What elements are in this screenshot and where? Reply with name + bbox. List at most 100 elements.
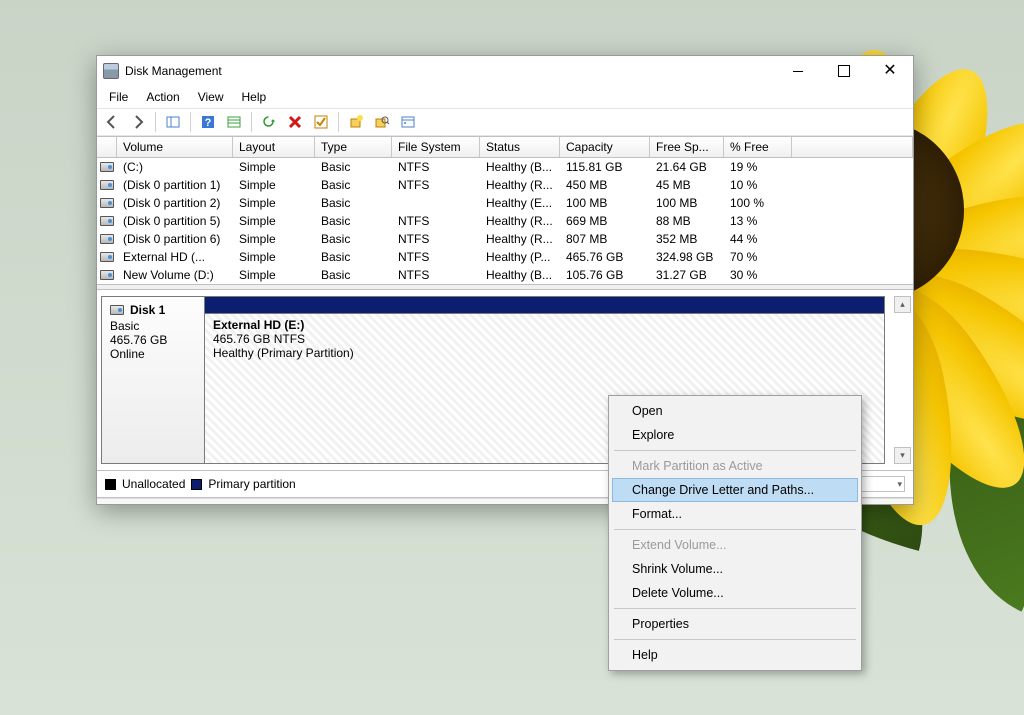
legend-unallocated: Unallocated — [122, 477, 185, 491]
volume-name: (C:) — [117, 160, 233, 174]
volume-status: Healthy (E... — [480, 196, 560, 210]
ctx-properties[interactable]: Properties — [612, 612, 858, 636]
volume-type: Basic — [315, 250, 392, 264]
volume-fs: NTFS — [392, 178, 480, 192]
volume-layout: Simple — [233, 214, 315, 228]
ctx-format[interactable]: Format... — [612, 502, 858, 526]
volume-free: 352 MB — [650, 232, 724, 246]
volume-name: (Disk 0 partition 2) — [117, 196, 233, 210]
volume-icon — [100, 270, 114, 280]
volume-fs: NTFS — [392, 232, 480, 246]
volume-name: (Disk 0 partition 6) — [117, 232, 233, 246]
delete-icon[interactable] — [284, 111, 306, 133]
menu-help[interactable]: Help — [234, 88, 275, 106]
volume-name: (Disk 0 partition 5) — [117, 214, 233, 228]
volume-row[interactable]: (Disk 0 partition 6)SimpleBasicNTFSHealt… — [97, 230, 913, 248]
volume-free: 100 MB — [650, 196, 724, 210]
volume-icon — [100, 198, 114, 208]
volume-row[interactable]: (Disk 0 partition 5)SimpleBasicNTFSHealt… — [97, 212, 913, 230]
volume-name: New Volume (D:) — [117, 268, 233, 282]
volume-type: Basic — [315, 232, 392, 246]
partition-title: External HD (E:) — [213, 318, 304, 332]
volume-free: 324.98 GB — [650, 250, 724, 264]
minimize-button[interactable] — [775, 56, 821, 86]
disk-icon — [110, 305, 124, 315]
ctx-open[interactable]: Open — [612, 399, 858, 423]
volume-layout: Simple — [233, 160, 315, 174]
menu-action[interactable]: Action — [138, 88, 187, 106]
volume-capacity: 115.81 GB — [560, 160, 650, 174]
volume-type: Basic — [315, 268, 392, 282]
volume-fs: NTFS — [392, 160, 480, 174]
volume-name: (Disk 0 partition 1) — [117, 178, 233, 192]
svg-text:?: ? — [205, 117, 212, 129]
legend-swatch-unallocated — [105, 479, 116, 490]
panel-toggle-icon[interactable] — [162, 111, 184, 133]
help-icon[interactable]: ? — [197, 111, 219, 133]
ctx-delete[interactable]: Delete Volume... — [612, 581, 858, 605]
find-icon[interactable] — [371, 111, 393, 133]
back-arrow-icon[interactable] — [101, 111, 123, 133]
ctx-mark-active: Mark Partition as Active — [612, 454, 858, 478]
volume-icon — [100, 234, 114, 244]
volume-layout: Simple — [233, 250, 315, 264]
volume-list[interactable]: (C:)SimpleBasicNTFSHealthy (B...115.81 G… — [97, 158, 913, 284]
col-capacity[interactable]: Capacity — [560, 137, 650, 157]
col-percent[interactable]: % Free — [724, 137, 792, 157]
col-type[interactable]: Type — [315, 137, 392, 157]
volume-type: Basic — [315, 178, 392, 192]
disk-label[interactable]: Disk 1 Basic 465.76 GB Online — [101, 296, 205, 464]
volume-layout: Simple — [233, 196, 315, 210]
ctx-help[interactable]: Help — [612, 643, 858, 667]
volume-icon — [100, 216, 114, 226]
disk-state: Online — [110, 347, 196, 361]
col-status[interactable]: Status — [480, 137, 560, 157]
volume-row[interactable]: (Disk 0 partition 1)SimpleBasicNTFSHealt… — [97, 176, 913, 194]
volume-icon — [100, 162, 114, 172]
partition-status: Healthy (Primary Partition) — [213, 346, 354, 360]
close-button[interactable]: ✕ — [867, 56, 913, 86]
properties-icon[interactable] — [397, 111, 419, 133]
maximize-button[interactable] — [821, 56, 867, 86]
volume-pct: 19 % — [724, 160, 792, 174]
volume-row[interactable]: (C:)SimpleBasicNTFSHealthy (B...115.81 G… — [97, 158, 913, 176]
volume-layout: Simple — [233, 178, 315, 192]
refresh-icon[interactable] — [258, 111, 280, 133]
volume-fs: NTFS — [392, 250, 480, 264]
disk-type: Basic — [110, 319, 196, 333]
col-filesystem[interactable]: File System — [392, 137, 480, 157]
ctx-explore[interactable]: Explore — [612, 423, 858, 447]
menu-file[interactable]: File — [101, 88, 136, 106]
col-layout[interactable]: Layout — [233, 137, 315, 157]
app-icon — [103, 63, 119, 79]
titlebar[interactable]: Disk Management ✕ — [97, 56, 913, 86]
forward-arrow-icon[interactable] — [127, 111, 149, 133]
scroll-down-button[interactable]: ▾ — [894, 447, 911, 464]
check-icon[interactable] — [310, 111, 332, 133]
partition-context-menu: Open Explore Mark Partition as Active Ch… — [608, 395, 862, 671]
disk-size: 465.76 GB — [110, 333, 196, 347]
ctx-change-letter[interactable]: Change Drive Letter and Paths... — [612, 478, 858, 502]
ctx-extend: Extend Volume... — [612, 533, 858, 557]
volume-row[interactable]: New Volume (D:)SimpleBasicNTFSHealthy (B… — [97, 266, 913, 284]
ctx-shrink[interactable]: Shrink Volume... — [612, 557, 858, 581]
volume-capacity: 465.76 GB — [560, 250, 650, 264]
volume-row[interactable]: External HD (...SimpleBasicNTFSHealthy (… — [97, 248, 913, 266]
volume-pct: 13 % — [724, 214, 792, 228]
scroll-up-button[interactable]: ▴ — [894, 296, 911, 313]
volume-icon — [100, 252, 114, 262]
volume-capacity: 105.76 GB — [560, 268, 650, 282]
volume-row[interactable]: (Disk 0 partition 2)SimpleBasicHealthy (… — [97, 194, 913, 212]
new-icon[interactable] — [345, 111, 367, 133]
menu-view[interactable]: View — [190, 88, 232, 106]
legend-primary: Primary partition — [208, 477, 295, 491]
col-freespace[interactable]: Free Sp... — [650, 137, 724, 157]
volume-status: Healthy (P... — [480, 250, 560, 264]
partition-color-cap — [205, 297, 884, 314]
col-volume[interactable]: Volume — [117, 137, 233, 157]
volume-fs: NTFS — [392, 214, 480, 228]
volume-list-header: Volume Layout Type File System Status Ca… — [97, 136, 913, 158]
volume-capacity: 100 MB — [560, 196, 650, 210]
volume-pct: 70 % — [724, 250, 792, 264]
list-view-icon[interactable] — [223, 111, 245, 133]
